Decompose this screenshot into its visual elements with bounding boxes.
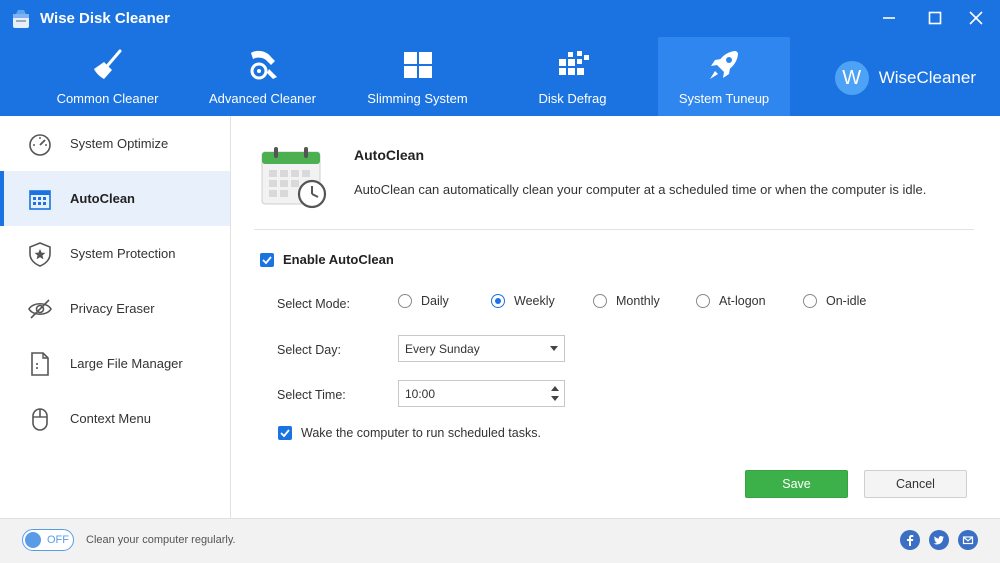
facebook-button[interactable] (900, 530, 920, 550)
tab-disk-defrag[interactable]: Disk Defrag (495, 37, 650, 116)
app-title: Wise Disk Cleaner (40, 10, 170, 27)
spin-up-icon[interactable] (551, 386, 559, 391)
sidebar-item-label: System Protection (70, 246, 176, 261)
select-mode-label: Select Mode: (277, 297, 350, 311)
autoclean-toggle[interactable]: OFF (22, 529, 74, 551)
divider (254, 229, 974, 230)
windows-icon (403, 52, 432, 78)
eye-off-icon (28, 298, 52, 319)
file-icon (31, 351, 49, 376)
mode-radio-group: Daily Weekly Monthly At-logon On-idle (398, 294, 866, 308)
radio-circle (696, 294, 710, 308)
title-bar: Wise Disk Cleaner (0, 0, 1000, 36)
select-day-label: Select Day: (277, 343, 341, 357)
toggle-knob (25, 532, 41, 548)
sidebar-item-label: AutoClean (70, 191, 135, 206)
radio-monthly[interactable]: Monthly (593, 294, 696, 308)
radio-daily[interactable]: Daily (398, 294, 491, 308)
mouse-icon (32, 407, 48, 431)
tab-label: Disk Defrag (538, 91, 607, 106)
sidebar-item-system-optimize[interactable]: System Optimize (0, 116, 230, 171)
tab-label: Slimming System (367, 91, 468, 106)
tab-slimming-system[interactable]: Slimming System (340, 37, 495, 116)
twitter-icon (933, 536, 944, 545)
calendar-icon (29, 189, 51, 210)
minimize-button[interactable] (876, 6, 902, 30)
enable-autoclean-label: Enable AutoClean (283, 252, 394, 267)
checkbox-checked-icon (278, 426, 292, 440)
page-title: AutoClean (354, 147, 424, 163)
facebook-icon (907, 535, 914, 546)
radio-circle (593, 294, 607, 308)
brand: W WiseCleaner (834, 60, 976, 96)
tab-label: Common Cleaner (56, 91, 159, 106)
radio-label: Weekly (514, 294, 555, 308)
wake-computer-label: Wake the computer to run scheduled tasks… (301, 426, 541, 440)
sidebar-item-privacy-eraser[interactable]: Privacy Eraser (0, 281, 230, 336)
save-button[interactable]: Save (745, 470, 848, 498)
twitter-button[interactable] (929, 530, 949, 550)
footer: OFF Clean your computer regularly. (0, 518, 1000, 563)
radio-at-logon[interactable]: At-logon (696, 294, 803, 308)
radio-on-idle[interactable]: On-idle (803, 294, 866, 308)
broom-icon (93, 49, 121, 79)
toggle-label: OFF (47, 534, 69, 546)
radio-circle (398, 294, 412, 308)
sidebar-item-system-protection[interactable]: System Protection (0, 226, 230, 281)
radio-label: At-logon (719, 294, 766, 308)
app-logo-icon (13, 10, 29, 28)
email-button[interactable] (958, 530, 978, 550)
brand-name: WiseCleaner (878, 68, 976, 87)
sidebar-item-label: System Optimize (70, 136, 169, 151)
schedule-calendar-icon (261, 147, 327, 209)
rocket-icon (710, 51, 738, 79)
autoclean-panel: AutoClean AutoClean can automatically cl… (232, 116, 1000, 518)
email-icon (962, 536, 974, 545)
close-icon (969, 11, 983, 25)
select-day-value: Every Sunday (405, 342, 480, 356)
minimize-icon (883, 17, 895, 19)
tab-system-tuneup[interactable]: System Tuneup (658, 37, 790, 116)
maximize-button[interactable] (922, 6, 948, 30)
tab-common-cleaner[interactable]: Common Cleaner (30, 37, 185, 116)
tools-icon (250, 50, 277, 80)
defrag-icon (558, 51, 589, 75)
maximize-icon (928, 11, 942, 25)
footer-status-text: Clean your computer regularly. (86, 534, 236, 546)
select-time-value: 10:00 (405, 387, 436, 401)
select-time-spinner[interactable]: 10:00 (398, 380, 565, 407)
sidebar: System Optimize AutoClean System Protect… (0, 116, 231, 518)
radio-label: On-idle (826, 294, 867, 308)
radio-label: Daily (421, 294, 449, 308)
close-button[interactable] (963, 6, 989, 30)
wake-computer-checkbox[interactable]: Wake the computer to run scheduled tasks… (278, 426, 541, 440)
sidebar-item-large-file-manager[interactable]: Large File Manager (0, 336, 230, 391)
shield-icon (29, 241, 51, 267)
radio-circle (803, 294, 817, 308)
gauge-icon (29, 133, 51, 156)
select-time-label: Select Time: (277, 388, 346, 402)
chevron-down-icon (550, 346, 558, 351)
radio-circle-selected (491, 294, 505, 308)
wisecleaner-logo: W (834, 61, 869, 95)
radio-weekly[interactable]: Weekly (491, 294, 593, 308)
sidebar-item-autoclean[interactable]: AutoClean (0, 171, 230, 226)
sidebar-item-label: Privacy Eraser (70, 301, 155, 316)
tab-label: Advanced Cleaner (209, 91, 316, 106)
page-description: AutoClean can automatically clean your c… (354, 182, 927, 197)
sidebar-item-label: Context Menu (70, 411, 151, 426)
sidebar-item-context-menu[interactable]: Context Menu (0, 391, 230, 446)
header: Wise Disk Cleaner Common Cleaner Advance… (0, 0, 1000, 116)
checkbox-checked-icon (260, 252, 274, 267)
cancel-button[interactable]: Cancel (864, 470, 967, 498)
sidebar-item-label: Large File Manager (70, 356, 183, 371)
select-day-dropdown[interactable]: Every Sunday (398, 335, 565, 362)
app-window: Wise Disk Cleaner Common Cleaner Advance… (0, 0, 1000, 563)
enable-autoclean-checkbox[interactable]: Enable AutoClean (260, 252, 394, 267)
tab-advanced-cleaner[interactable]: Advanced Cleaner (185, 37, 340, 116)
main-tabs: Common Cleaner Advanced Cleaner Slimming… (30, 37, 790, 116)
radio-label: Monthly (616, 294, 660, 308)
spin-down-icon[interactable] (551, 396, 559, 401)
tab-label: System Tuneup (678, 91, 770, 106)
